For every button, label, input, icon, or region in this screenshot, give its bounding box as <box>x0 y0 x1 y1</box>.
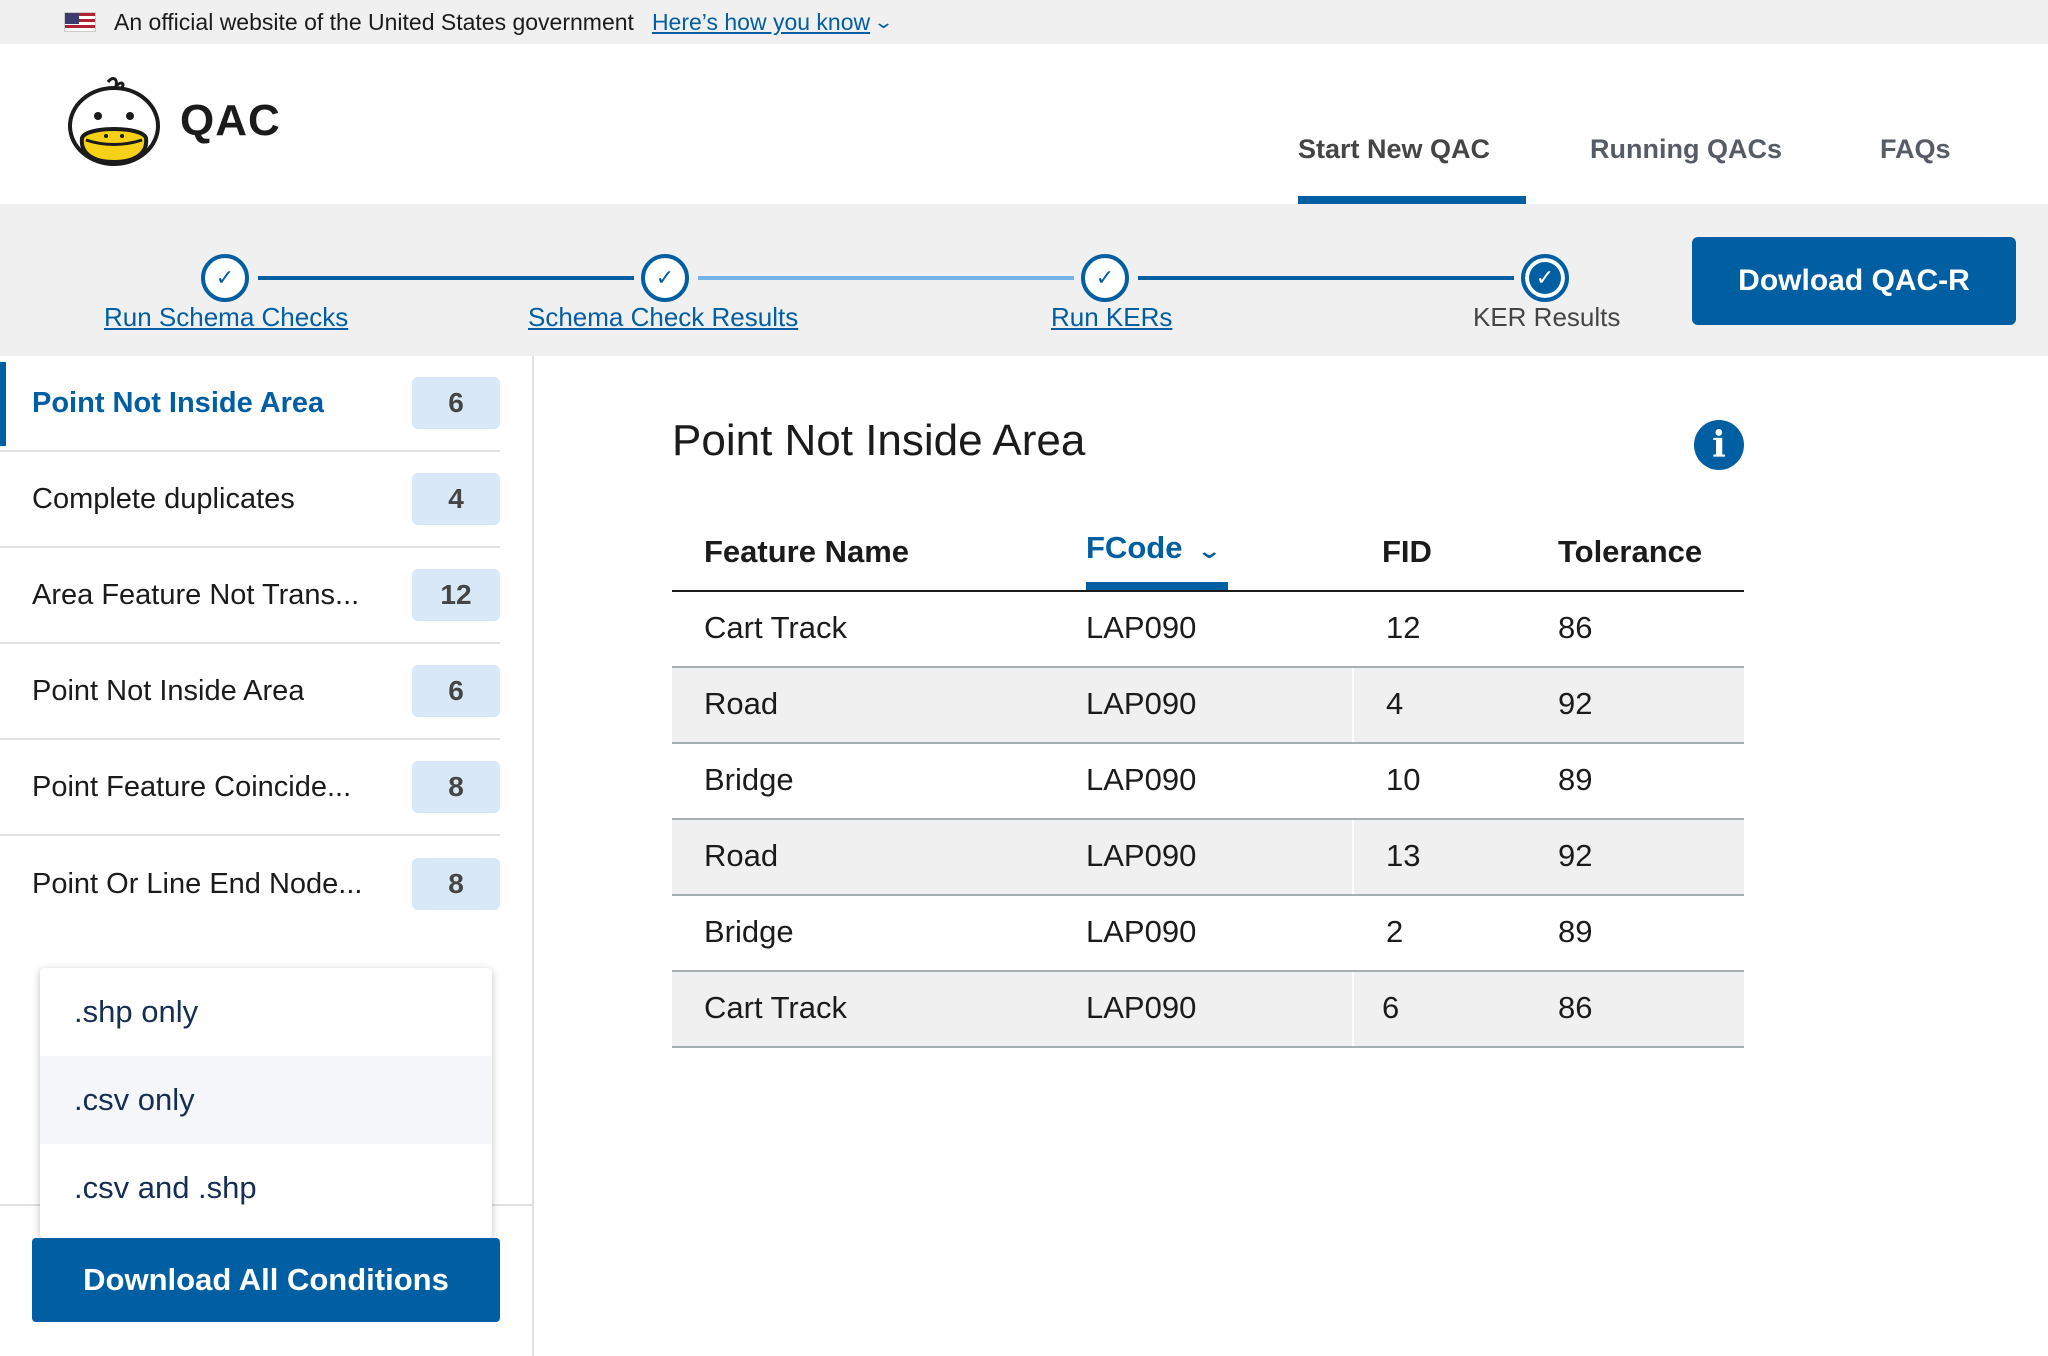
site-header: QAC Start New QAC Running QACs FAQs <box>0 44 2048 204</box>
column-separator <box>1352 668 1354 742</box>
cell-tolerance: 92 <box>1558 686 1593 721</box>
cell-fcode: LAP090 <box>1086 686 1197 721</box>
table-row[interactable]: Road LAP090 4 92 <box>672 668 1744 744</box>
format-option-shp[interactable]: .shp only <box>40 968 492 1056</box>
nav-start-new-qac[interactable]: Start New QAC <box>1298 134 1490 165</box>
sidebar-item-label: Point Or Line End Node... <box>32 867 363 900</box>
cell-fid: 6 <box>1382 990 1400 1025</box>
sidebar-item-label: Complete duplicates <box>32 482 295 515</box>
cell-tolerance: 86 <box>1558 990 1593 1025</box>
results-table: Feature Name FCode ⌄ FID Tolerance Cart T… <box>672 510 1744 1048</box>
count-badge: 6 <box>412 377 500 429</box>
sidebar-item[interactable]: Point Not Inside Area 6 <box>0 356 500 452</box>
sidebar-item-label: Point Not Inside Area <box>32 386 325 419</box>
step-schema-check-results[interactable]: Schema Check Results <box>528 302 798 333</box>
step-run-kers[interactable]: Run KERs <box>1051 302 1172 333</box>
column-separator <box>1352 972 1354 1046</box>
count-badge: 6 <box>412 665 500 717</box>
sidebar-item[interactable]: Point Not Inside Area 6 <box>0 644 500 740</box>
check-circle-icon: ✓ <box>1081 254 1129 302</box>
site-logo[interactable]: QAC <box>64 74 281 168</box>
sidebar-item-label: Point Not Inside Area <box>32 674 305 707</box>
nav-active-indicator <box>1298 196 1526 204</box>
step-connector <box>258 276 634 280</box>
download-all-conditions-button[interactable]: Download All Conditions <box>32 1238 500 1322</box>
table-row[interactable]: Road LAP090 13 92 <box>672 820 1744 896</box>
logo-text: QAC <box>180 96 281 145</box>
nav-faqs[interactable]: FAQs <box>1880 134 1951 165</box>
column-separator <box>1352 820 1354 894</box>
table-row[interactable]: Bridge LAP090 10 89 <box>672 744 1744 820</box>
table-row[interactable]: Cart Track LAP090 6 86 <box>672 972 1744 1048</box>
gov-banner: An official website of the United States… <box>0 0 2048 44</box>
cell-fid: 12 <box>1386 610 1421 645</box>
column-header-fcode[interactable]: FCode ⌄ <box>1086 530 1223 566</box>
cell-fid: 2 <box>1386 914 1404 949</box>
cell-fid: 4 <box>1386 686 1404 721</box>
check-circle-icon: ✓ <box>201 254 249 302</box>
table-row[interactable]: Cart Track LAP090 12 86 <box>672 592 1744 668</box>
cell-tolerance: 89 <box>1558 914 1593 949</box>
sidebar-item[interactable]: Area Feature Not Trans... 12 <box>0 548 500 644</box>
cell-fcode: LAP090 <box>1086 610 1197 645</box>
step-connector <box>1138 276 1514 280</box>
cell-fcode: LAP090 <box>1086 990 1197 1025</box>
step-run-schema-checks[interactable]: Run Schema Checks <box>104 302 348 333</box>
cell-feature-name: Road <box>704 838 779 873</box>
us-flag-icon <box>64 12 96 32</box>
step-connector <box>698 276 1074 280</box>
chevron-down-icon[interactable]: ⌄ <box>873 12 894 33</box>
cell-feature-name: Bridge <box>704 914 794 949</box>
page-title: Point Not Inside Area <box>672 416 1086 465</box>
format-option-csv-shp[interactable]: .csv and .shp <box>40 1144 492 1232</box>
cell-fid: 13 <box>1386 838 1421 873</box>
column-header-feature-name[interactable]: Feature Name <box>704 534 909 570</box>
sidebar-item-label: Point Feature Coincide... <box>32 770 352 803</box>
cell-fcode: LAP090 <box>1086 914 1197 949</box>
column-header-fcode-label: FCode <box>1086 530 1183 565</box>
sidebar-item-label: Area Feature Not Trans... <box>32 578 360 611</box>
check-circle-icon: ✓ <box>1521 254 1569 302</box>
gov-banner-text: An official website of the United States… <box>114 8 634 35</box>
progress-stepper: ✓ ✓ ✓ ✓ Run Schema Checks Schema Check R… <box>0 204 2048 356</box>
sidebar-item[interactable]: Point Feature Coincide... 8 <box>0 740 500 836</box>
count-badge: 8 <box>412 761 500 813</box>
download-format-menu: .shp only .csv only .csv and .shp <box>40 968 492 1238</box>
cell-tolerance: 86 <box>1558 610 1593 645</box>
table-header: Feature Name FCode ⌄ FID Tolerance <box>672 510 1744 592</box>
format-option-csv[interactable]: .csv only <box>40 1056 492 1144</box>
cell-feature-name: Bridge <box>704 762 794 797</box>
cell-fcode: LAP090 <box>1086 762 1197 797</box>
check-circle-icon: ✓ <box>641 254 689 302</box>
sort-indicator <box>1086 582 1228 590</box>
column-header-tolerance[interactable]: Tolerance <box>1558 534 1702 570</box>
nav-running-qacs[interactable]: Running QACs <box>1590 134 1782 165</box>
table-row[interactable]: Bridge LAP090 2 89 <box>672 896 1744 972</box>
count-badge: 12 <box>412 569 500 621</box>
cell-feature-name: Road <box>704 686 779 721</box>
chevron-down-icon: ⌄ <box>1196 538 1223 563</box>
sidebar-item[interactable]: Complete duplicates 4 <box>0 452 500 548</box>
cell-feature-name: Cart Track <box>704 990 847 1025</box>
heres-how-you-know-link[interactable]: Here’s how you know <box>652 9 870 36</box>
sidebar-item[interactable]: Point Or Line End Node... 8 <box>0 836 500 932</box>
column-header-fid[interactable]: FID <box>1382 534 1432 570</box>
count-badge: 4 <box>412 473 500 525</box>
duck-logo-icon <box>68 77 160 166</box>
step-ker-results: KER Results <box>1473 302 1621 332</box>
count-badge: 8 <box>412 858 500 910</box>
column-separator <box>1352 896 1354 970</box>
cell-tolerance: 89 <box>1558 762 1593 797</box>
cell-feature-name: Cart Track <box>704 610 847 645</box>
download-qac-r-button[interactable]: Dowload QAC-R <box>1692 237 2016 325</box>
info-icon[interactable]: i <box>1694 420 1744 470</box>
cell-tolerance: 92 <box>1558 838 1593 873</box>
column-separator <box>1352 744 1354 818</box>
cell-fcode: LAP090 <box>1086 838 1197 873</box>
column-separator <box>1352 592 1354 666</box>
cell-fid: 10 <box>1386 762 1421 797</box>
